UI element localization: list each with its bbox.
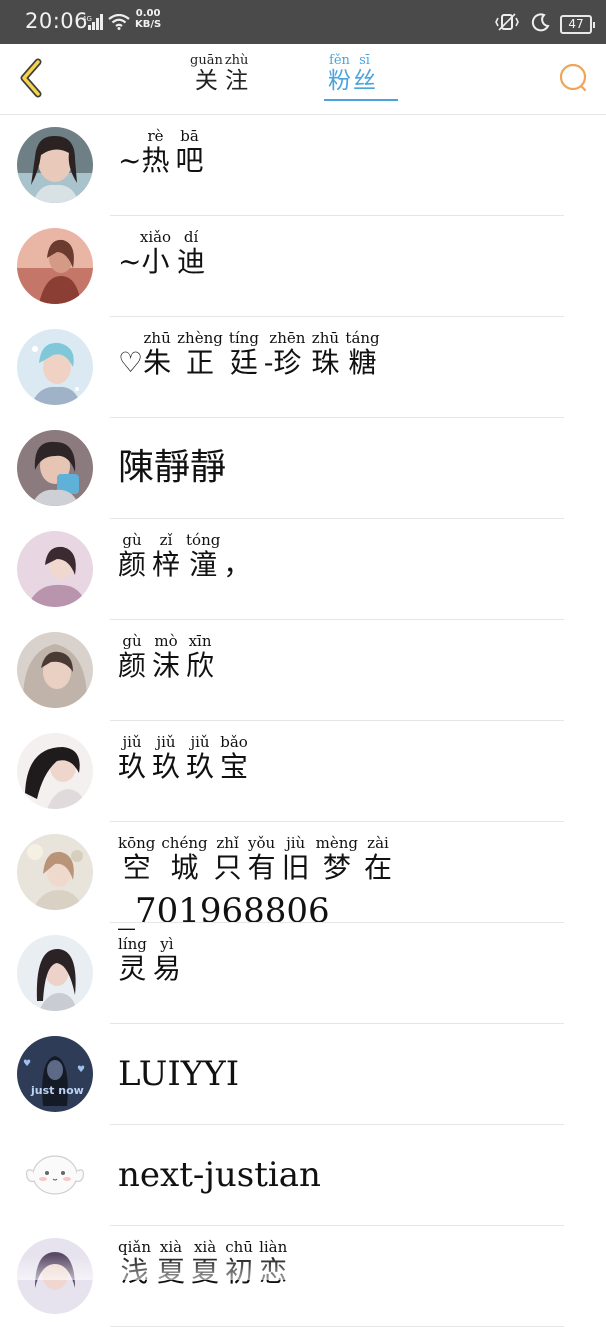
svg-text:♥: ♥ <box>77 1065 85 1075</box>
fan-row[interactable]: ~小xiǎo迪dí <box>0 216 606 317</box>
fan-row[interactable]: 颜gù梓zǐ潼tóng， <box>0 519 606 620</box>
status-bar: 20:06 4G 0.00 KB/S 47 <box>0 0 606 44</box>
bottom-fade <box>0 1255 606 1280</box>
fan-row[interactable]: next-justian <box>0 1125 606 1226</box>
top-nav: 关guān注zhù 粉fěn丝sī <box>0 44 606 115</box>
network-speed: 0.00 KB/S <box>135 8 161 30</box>
fan-row[interactable]: ~热rè吧bā <box>0 115 606 216</box>
avatar <box>17 632 93 708</box>
avatar <box>17 1137 93 1213</box>
avatar <box>17 127 93 203</box>
active-tab-indicator <box>324 99 398 101</box>
wifi-icon <box>108 13 130 34</box>
fan-name: ~热rè吧bā <box>118 127 204 177</box>
fan-name: 陳靜靜 <box>118 447 227 488</box>
avatar <box>17 733 93 809</box>
svg-text:♥: ♥ <box>23 1059 31 1069</box>
fan-name: 灵líng易yì <box>118 935 181 985</box>
vibrate-icon <box>494 13 520 35</box>
battery-indicator: 47 <box>560 14 595 34</box>
avatar <box>17 228 93 304</box>
avatar: just now ♥ ♥ <box>17 1036 93 1112</box>
moon-icon <box>530 12 550 36</box>
fan-row[interactable]: 陳靜靜 <box>0 418 606 519</box>
fan-row[interactable]: ♡朱zhū正zhèng廷tíng-珍zhēn珠zhū糖táng <box>0 317 606 418</box>
fan-name: LUIYYI <box>118 1054 240 1094</box>
tab-following[interactable]: 关guān注zhù <box>190 53 250 95</box>
avatar-overlay-text: just now <box>30 1084 84 1097</box>
fan-name: 颜gù沫mò欣xīn <box>118 632 215 682</box>
status-right: 47 <box>494 12 595 36</box>
search-button[interactable] <box>558 62 590 94</box>
status-time: 20:06 <box>25 9 89 33</box>
search-icon <box>559 63 587 92</box>
avatar <box>17 834 93 910</box>
chevron-left-icon <box>20 58 42 98</box>
avatar <box>17 935 93 1011</box>
speed-unit: KB/S <box>135 19 162 30</box>
fan-row[interactable]: just now ♥ ♥ LUIYYI <box>0 1024 606 1125</box>
fan-name: 玖jiǔ玖jiǔ玖jiǔ宝bǎo <box>118 733 249 783</box>
fan-row[interactable]: 颜gù沫mò欣xīn <box>0 620 606 721</box>
signal-icon: 4G <box>82 14 104 34</box>
avatar <box>17 531 93 607</box>
fan-name: ~小xiǎo迪dí <box>118 228 206 278</box>
avatar <box>17 430 93 506</box>
speed-value: 0.00 <box>135 8 161 19</box>
back-button[interactable] <box>14 56 50 100</box>
tab-fans[interactable]: 粉fěn丝sī <box>324 53 398 101</box>
fan-name: ♡朱zhū正zhèng廷tíng-珍zhēn珠zhū糖táng <box>118 329 380 379</box>
fan-name: 颜gù梓zǐ潼tóng， <box>118 531 252 581</box>
fan-name: next-justian <box>118 1155 321 1195</box>
fan-row[interactable]: 灵líng易yì <box>0 923 606 1024</box>
network-type: 4G <box>82 15 92 23</box>
fan-name: 空kōng城chéng只zhǐ有yǒu旧jiù梦mèng在zài _701968… <box>118 834 486 932</box>
fan-row[interactable]: 玖jiǔ玖jiǔ玖jiǔ宝bǎo <box>0 721 606 822</box>
fan-list: ~热rè吧bā ~小xiǎo迪dí ♡朱zhū正zhèng廷tíng-珍zhēn… <box>0 115 606 1327</box>
avatar <box>17 329 93 405</box>
fan-row[interactable]: 空kōng城chéng只zhǐ有yǒu旧jiù梦mèng在zài _701968… <box>0 822 606 931</box>
